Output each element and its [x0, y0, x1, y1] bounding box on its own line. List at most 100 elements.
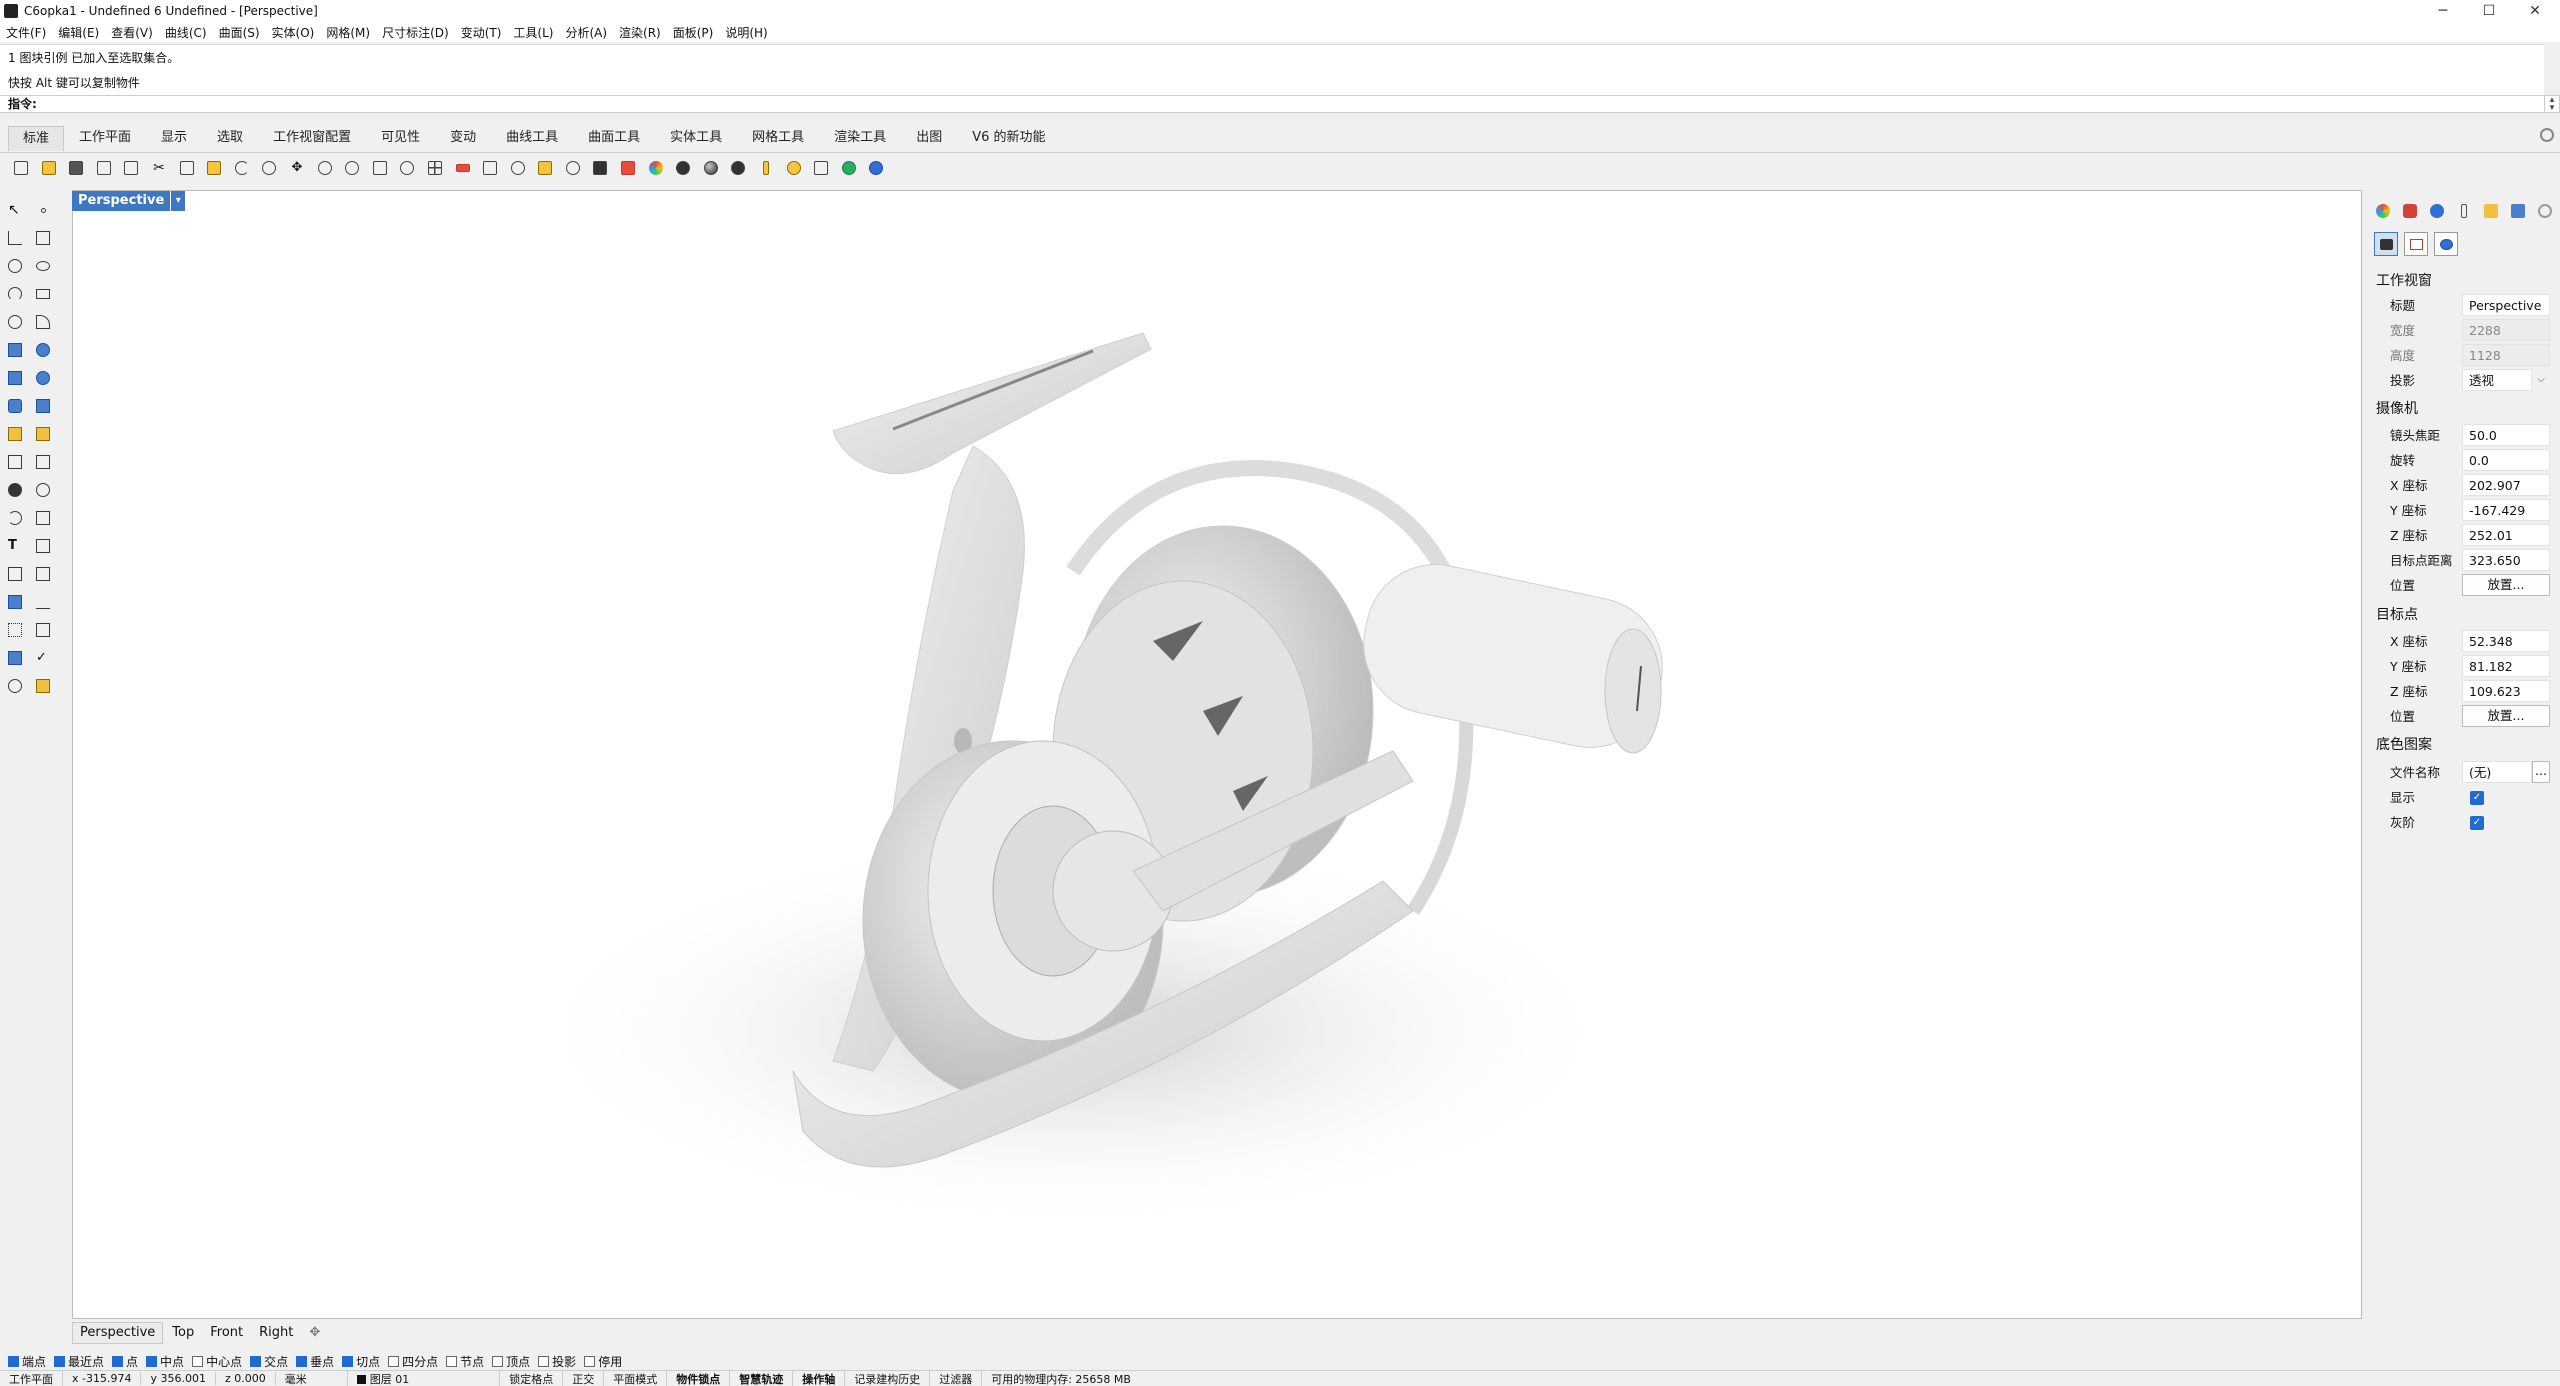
select-arrow-icon[interactable]: ↖	[4, 199, 26, 221]
boolean-icon[interactable]	[32, 367, 54, 389]
menu-tools[interactable]: 工具(L)	[507, 24, 559, 41]
surface-icon[interactable]	[4, 339, 26, 361]
status-gumball[interactable]: 操作轴	[793, 1371, 845, 1386]
tab-standard[interactable]: 标准	[8, 126, 64, 151]
status-filter[interactable]: 过滤器	[930, 1371, 982, 1386]
status-smarttrack[interactable]: 智慧轨迹	[730, 1371, 793, 1386]
open-file-icon[interactable]	[38, 157, 60, 179]
osnap-item[interactable]: 停用	[584, 1353, 622, 1370]
trim-icon[interactable]	[4, 507, 26, 529]
tab-viewport-layout[interactable]: 工作视窗配置	[258, 125, 366, 151]
snap-corner-icon[interactable]	[810, 157, 832, 179]
browse-button[interactable]: ...	[2532, 761, 2550, 783]
cut-icon[interactable]: ✂	[148, 157, 170, 179]
menu-curve[interactable]: 曲线(C)	[159, 24, 213, 41]
tab-mesh-tools[interactable]: 网格工具	[737, 125, 819, 151]
osnap-item[interactable]: 顶点	[492, 1353, 530, 1370]
close-button[interactable]: ✕	[2512, 0, 2558, 22]
tab-new-in-v6[interactable]: V6 的新功能	[957, 125, 1060, 151]
osnap-checkbox[interactable]	[342, 1356, 353, 1367]
command-scroll[interactable]: ▴▾	[2544, 95, 2560, 113]
status-units[interactable]: 毫米	[276, 1371, 348, 1386]
sun-light-icon[interactable]	[2434, 232, 2458, 256]
osnap-checkbox[interactable]	[112, 1356, 123, 1367]
circle-icon[interactable]	[4, 255, 26, 277]
cam-y-field[interactable]: -167.429	[2462, 499, 2550, 521]
chevron-down-icon[interactable]: ▾	[170, 191, 185, 211]
menu-edit[interactable]: 编辑(E)	[52, 24, 105, 41]
cam-x-field[interactable]: 202.907	[2462, 474, 2550, 496]
viewport-tab-front[interactable]: Front	[203, 1323, 250, 1343]
color-wheel-icon[interactable]	[2372, 200, 2394, 222]
panel-gear-icon[interactable]	[2534, 200, 2556, 222]
tab-cplanes[interactable]: 工作平面	[64, 125, 146, 151]
warning-icon[interactable]	[32, 675, 54, 697]
viewport-tab-top[interactable]: Top	[165, 1323, 201, 1343]
menu-render[interactable]: 渲染(R)	[613, 24, 667, 41]
perspective-viewport[interactable]	[72, 190, 2362, 1319]
explode-icon[interactable]	[32, 479, 54, 501]
osnap-checkbox[interactable]	[388, 1356, 399, 1367]
tab-visibility[interactable]: 可见性	[366, 125, 435, 151]
osnap-checkbox[interactable]	[192, 1356, 203, 1367]
tab-curve-tools[interactable]: 曲线工具	[491, 125, 573, 151]
chevron-down-icon[interactable]: ⌵	[2532, 369, 2550, 393]
split-icon[interactable]	[32, 507, 54, 529]
menu-analyze[interactable]: 分析(A)	[559, 24, 613, 41]
display-frame-icon[interactable]	[2404, 232, 2428, 256]
rotation-field[interactable]: 0.0	[2462, 449, 2550, 471]
menu-solid[interactable]: 实体(O)	[266, 24, 321, 41]
tgt-y-field[interactable]: 81.182	[2462, 655, 2550, 677]
osnap-item[interactable]: 端点	[8, 1353, 46, 1370]
gear-icon[interactable]	[2540, 128, 2554, 142]
viewport-tab-perspective[interactable]: Perspective	[72, 1322, 163, 1344]
undo-icon[interactable]	[231, 157, 253, 179]
status-layer[interactable]: 图层 01	[348, 1371, 501, 1386]
menu-panels[interactable]: 面板(P)	[667, 24, 720, 41]
extrude-icon[interactable]	[32, 395, 54, 417]
title-field[interactable]: Perspective	[2462, 294, 2550, 316]
copy-icon[interactable]	[176, 157, 198, 179]
check-icon[interactable]: ✓	[32, 647, 54, 669]
show-checkbox[interactable]: ✓	[2470, 791, 2484, 805]
osnap-item[interactable]: 切点	[342, 1353, 380, 1370]
tab-display[interactable]: 显示	[146, 125, 202, 151]
pan-hand-icon[interactable]	[258, 157, 280, 179]
viewport-title[interactable]: Perspective ▾	[72, 191, 185, 211]
osnap-item[interactable]: 投影	[538, 1353, 576, 1370]
cylinder-icon[interactable]	[4, 395, 26, 417]
target-distance-field[interactable]: 323.650	[2462, 549, 2550, 571]
arc-icon[interactable]	[4, 283, 26, 305]
osnap-checkbox[interactable]	[492, 1356, 503, 1367]
rectangle-icon[interactable]	[32, 283, 54, 305]
status-grid-snap[interactable]: 锁定格点	[500, 1371, 563, 1386]
color-wheel-icon[interactable]	[645, 157, 667, 179]
rendered-sphere-icon[interactable]	[700, 157, 722, 179]
menu-view[interactable]: 查看(V)	[105, 24, 159, 41]
osnap-item[interactable]: 点	[112, 1353, 138, 1370]
pen-icon[interactable]	[755, 157, 777, 179]
minimize-button[interactable]: ─	[2420, 0, 2466, 22]
viewport-properties-icon[interactable]	[2374, 232, 2398, 256]
scale-icon[interactable]	[32, 535, 54, 557]
rotate-icon[interactable]	[32, 591, 54, 613]
save-icon[interactable]	[65, 157, 87, 179]
menu-file[interactable]: 文件(F)	[0, 24, 52, 41]
status-history[interactable]: 记录建构历史	[845, 1371, 930, 1386]
new-file-icon[interactable]	[10, 157, 32, 179]
tgt-x-field[interactable]: 52.348	[2462, 630, 2550, 652]
osnap-checkbox[interactable]	[296, 1356, 307, 1367]
light-icon[interactable]	[32, 423, 54, 445]
tab-render-tools[interactable]: 渲染工具	[819, 125, 901, 151]
osnap-item[interactable]: 四分点	[388, 1353, 438, 1370]
analyze-icon[interactable]	[4, 647, 26, 669]
viewport-label[interactable]: Perspective	[72, 191, 170, 211]
zoom-selected-icon[interactable]	[396, 157, 418, 179]
block-icon[interactable]	[4, 591, 26, 613]
menu-help[interactable]: 说明(H)	[719, 24, 773, 41]
status-ortho[interactable]: 正交	[563, 1371, 604, 1386]
revolve-icon[interactable]	[32, 339, 54, 361]
move-view-icon[interactable]: ✥	[286, 157, 308, 179]
folder-icon[interactable]	[2480, 200, 2502, 222]
lock-icon[interactable]	[589, 157, 611, 179]
